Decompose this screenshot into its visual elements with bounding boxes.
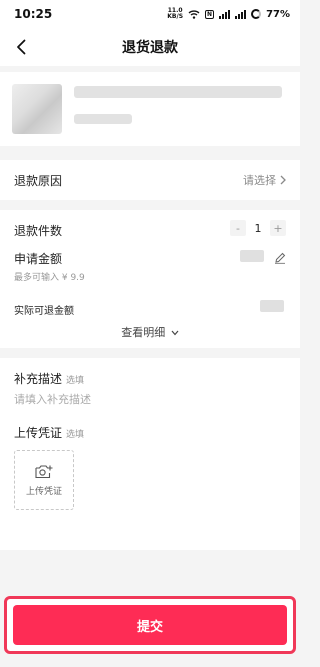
battery-icon — [251, 9, 262, 19]
submit-button[interactable]: 提交 — [13, 605, 287, 645]
wifi-icon — [188, 9, 200, 19]
quantity-value: 1 — [254, 221, 262, 235]
apply-amount-label: 申请金额 — [14, 252, 63, 266]
back-button[interactable] — [8, 34, 34, 60]
refund-reason-placeholder: 请选择 — [243, 174, 276, 187]
refund-reason-label: 退款原因 — [14, 174, 63, 188]
submit-area: 提交 — [4, 596, 296, 654]
description-title-label: 补充描述 — [14, 372, 63, 386]
nav-bar: 退货退款 — [0, 28, 300, 66]
supplement-card: 补充描述选填 上传凭证选填 上传凭证 — [0, 358, 300, 550]
view-detail-label: 查看明细 — [121, 326, 166, 339]
product-thumbnail — [12, 84, 62, 134]
voucher-title-label: 上传凭证 — [14, 426, 63, 440]
voucher-optional-tag: 选填 — [66, 430, 85, 440]
apply-amount-blurred[interactable] — [240, 250, 264, 262]
status-time: 10:25 — [14, 7, 53, 21]
actual-refund-label: 实际可退金额 — [14, 306, 74, 317]
chevron-right-icon — [280, 175, 286, 185]
signal-icon-2 — [235, 9, 247, 19]
actual-refund-blurred — [260, 300, 284, 312]
nfc-icon: N — [205, 9, 215, 19]
network-speed-unit: KB/S — [167, 13, 184, 20]
description-input[interactable] — [14, 388, 286, 410]
description-title: 补充描述 选填 — [14, 370, 84, 387]
product-card — [0, 72, 300, 146]
product-spec-blurred — [74, 114, 132, 124]
chevron-left-icon — [17, 39, 26, 55]
max-amount-hint: 最多可输入 ¥ 9.9 — [14, 273, 85, 283]
upload-voucher-label: 上传凭证 — [25, 486, 62, 497]
battery-level: 77% — [266, 8, 290, 20]
signal-icon — [219, 9, 231, 19]
refund-reason-select[interactable]: 请选择 — [243, 172, 286, 188]
view-detail-link[interactable]: 查看明细 — [0, 324, 300, 340]
description-optional-tag: 选填 — [66, 376, 85, 386]
edit-icon[interactable] — [274, 252, 286, 264]
chevron-down-icon — [171, 330, 179, 336]
product-title-blurred — [74, 86, 282, 98]
quantity-increase-button[interactable]: + — [270, 220, 286, 236]
refund-reason-row[interactable]: 退款原因 请选择 — [0, 160, 300, 200]
camera-add-icon — [35, 464, 53, 478]
refund-amount-card: 退款件数 - 1 + 申请金额 最多可输入 ¥ 9.9 实际可退金额 查看明细 — [0, 210, 300, 348]
refund-quantity-label: 退款件数 — [14, 224, 63, 238]
upload-voucher-button[interactable]: 上传凭证 — [14, 450, 74, 510]
voucher-title: 上传凭证 选填 — [14, 424, 84, 441]
status-icons: 11.0 KB/S N 77% — [167, 8, 290, 20]
network-speed: 11.0 KB/S — [167, 8, 183, 20]
status-bar: 10:25 11.0 KB/S N 77% — [0, 0, 300, 28]
quantity-decrease-button[interactable]: - — [230, 220, 246, 236]
page-title: 退货退款 — [122, 40, 178, 56]
quantity-stepper: - 1 + — [230, 220, 286, 236]
